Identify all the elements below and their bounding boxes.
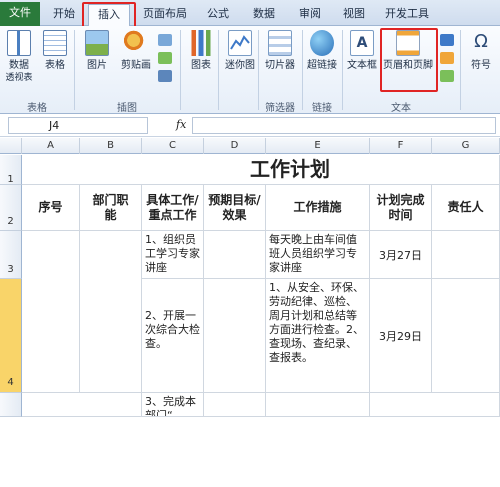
textbox-label: 文本框 xyxy=(347,60,377,71)
hyperlink-button[interactable]: 超链接 xyxy=(304,30,340,72)
row-header-2[interactable]: 2 xyxy=(0,185,22,231)
picture-label: 图片 xyxy=(87,60,107,71)
header-cell-seq[interactable]: 序号 xyxy=(22,185,80,231)
table-label: 表格 xyxy=(45,60,65,71)
sparkline-button[interactable]: 迷你图 xyxy=(222,30,258,72)
screenshot-icon[interactable] xyxy=(158,70,172,82)
slicer-button[interactable]: 切片器 xyxy=(262,30,298,72)
signature-line-icon[interactable] xyxy=(440,52,454,64)
cell-g4[interactable] xyxy=(432,279,500,393)
header-footer-icon xyxy=(396,30,420,56)
pivot-label: 数据 xyxy=(9,60,29,71)
textbox-button[interactable]: A 文本框 xyxy=(344,30,380,72)
col-header-b[interactable]: B xyxy=(80,138,142,154)
symbol-button[interactable]: Ω 符号 xyxy=(466,30,496,72)
cell-b3[interactable] xyxy=(80,231,142,393)
header-cell-measure[interactable]: 工作措施 xyxy=(266,185,370,231)
header-cell-work[interactable]: 具体工作/重点工作 xyxy=(142,185,204,231)
cell-g3[interactable] xyxy=(432,231,500,279)
cell-d3[interactable] xyxy=(204,231,266,279)
wordart-icon[interactable] xyxy=(440,34,454,46)
header-footer-label: 页眉和页脚 xyxy=(383,60,433,71)
object-icon[interactable] xyxy=(440,70,454,82)
symbol-label: 符号 xyxy=(471,60,491,71)
group-label-illustrations: 插图 xyxy=(117,103,137,114)
smartart-icon[interactable] xyxy=(158,52,172,64)
clipart-icon xyxy=(124,30,148,56)
tab-formulas[interactable]: 公式 xyxy=(198,4,238,26)
ribbon-tab-strip: 文件 开始 插入 页面布局 公式 数据 审阅 视图 开发工具 xyxy=(0,0,500,27)
tab-home[interactable]: 开始 xyxy=(46,4,82,26)
slicer-label: 切片器 xyxy=(265,60,295,71)
group-label-tables: 表格 xyxy=(27,103,47,114)
formula-input[interactable] xyxy=(192,117,496,134)
cell-e3[interactable]: 每天晚上由车间值班人员组织学习专家讲座 xyxy=(266,231,370,279)
row-header-4[interactable]: 4 xyxy=(0,279,22,393)
hyperlink-label: 超链接 xyxy=(307,60,337,71)
row-header-3[interactable]: 3 xyxy=(0,231,22,279)
table-icon xyxy=(43,30,67,56)
row-header-1[interactable]: 1 xyxy=(0,155,22,185)
chart-label: 图表 xyxy=(191,60,211,71)
col-header-d[interactable]: D xyxy=(204,138,266,154)
ribbon-body: 数据 透视表 表格 图片 剪贴画 图表 迷你图 切片器 超链接 A 文本框 页眉… xyxy=(0,26,500,114)
tab-page-layout[interactable]: 页面布局 xyxy=(136,4,194,26)
col-header-e[interactable]: E xyxy=(266,138,370,154)
col-header-f[interactable]: F xyxy=(370,138,432,154)
picture-button[interactable]: 图片 xyxy=(82,30,112,72)
group-label-filter: 筛选器 xyxy=(265,103,295,114)
tab-file[interactable]: 文件 xyxy=(0,2,40,26)
row-header-5[interactable] xyxy=(0,393,22,417)
cell-e4[interactable]: 1、从安全、环保、劳动纪律、巡检、周月计划和总结等方面进行检查。2、查现场、查纪… xyxy=(266,279,370,393)
col-header-g[interactable]: G xyxy=(432,138,500,154)
group-label-links: 链接 xyxy=(312,103,332,114)
tab-view[interactable]: 视图 xyxy=(334,4,374,26)
tab-review[interactable]: 审阅 xyxy=(290,4,330,26)
cell-e5[interactable] xyxy=(266,393,370,417)
cell-c5[interactable]: 3、完成本部门“ xyxy=(142,393,204,417)
cell-f5[interactable] xyxy=(370,393,500,417)
header-cell-dept[interactable]: 部门职能 xyxy=(80,185,142,231)
cell-d5[interactable] xyxy=(204,393,266,417)
table-button[interactable]: 表格 xyxy=(40,30,70,72)
pivot-label-2: 透视表 xyxy=(5,73,33,83)
tab-developer[interactable]: 开发工具 xyxy=(378,4,436,26)
cell-f3[interactable]: 3月27日 xyxy=(370,231,432,279)
header-cell-time[interactable]: 计划完成时间 xyxy=(370,185,432,231)
cell-c3[interactable]: 1、组织员工学习专家讲座 xyxy=(142,231,204,279)
col-header-a[interactable]: A xyxy=(22,138,80,154)
tab-data[interactable]: 数据 xyxy=(244,4,284,26)
chart-icon xyxy=(189,30,213,56)
select-all-corner[interactable] xyxy=(0,138,22,154)
clipart-label: 剪贴画 xyxy=(121,60,151,71)
sheet-title: 工作计划 xyxy=(250,157,330,181)
cell-c4[interactable]: 2、开展一次综合大检查。 xyxy=(142,279,204,393)
omega-icon: Ω xyxy=(474,31,488,52)
cell-f4[interactable]: 3月29日 xyxy=(370,279,432,393)
fx-icon[interactable]: fx xyxy=(176,118,186,131)
sparkline-icon xyxy=(228,30,252,56)
formula-bar: J4 fx xyxy=(0,115,500,137)
shapes-icon[interactable] xyxy=(158,34,172,46)
header-cell-owner[interactable]: 责任人 xyxy=(432,185,500,231)
tab-insert[interactable]: 插入 xyxy=(88,4,130,27)
column-header-row: A B C D E F G xyxy=(0,138,500,154)
textbox-icon: A xyxy=(350,30,374,56)
pivot-table-icon xyxy=(7,30,31,56)
col-header-c[interactable]: C xyxy=(142,138,204,154)
sparkline-label: 迷你图 xyxy=(225,60,255,71)
name-box[interactable]: J4 xyxy=(8,117,148,134)
picture-icon xyxy=(85,30,109,56)
pivot-table-button[interactable]: 数据 透视表 xyxy=(2,30,36,85)
group-label-text: 文本 xyxy=(391,103,411,114)
slicer-icon xyxy=(268,30,292,56)
header-cell-goal[interactable]: 预期目标/效果 xyxy=(204,185,266,231)
header-footer-button[interactable]: 页眉和页脚 xyxy=(382,30,434,72)
cell-a3[interactable] xyxy=(22,231,80,393)
chart-button[interactable]: 图表 xyxy=(186,30,216,72)
cell-a5[interactable] xyxy=(22,393,142,417)
hyperlink-icon xyxy=(310,30,334,56)
clipart-button[interactable]: 剪贴画 xyxy=(116,30,156,72)
cell-d4[interactable] xyxy=(204,279,266,393)
